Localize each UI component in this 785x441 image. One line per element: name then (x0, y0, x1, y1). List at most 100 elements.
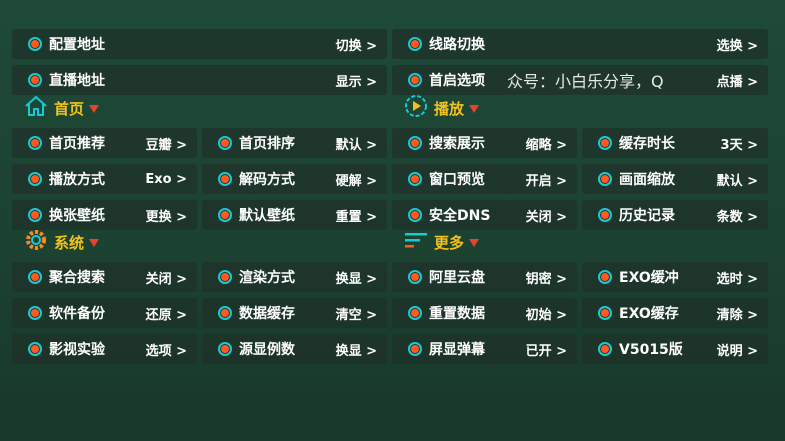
section-title: 首页 (54, 99, 85, 118)
setting-value: 选时 > (716, 271, 758, 287)
setting-value: 钥密 > (525, 271, 567, 287)
setting-value: 换显 > (335, 271, 377, 287)
setting-item[interactable]: EXO缓冲 选时 > (582, 262, 768, 292)
section-title: 更多 (434, 233, 465, 252)
play-circle-icon (404, 94, 428, 122)
setting-value: 缩略 > (525, 137, 567, 153)
setting-item[interactable]: 换张壁纸 更换 > (12, 200, 197, 230)
radio-dot-icon (408, 172, 422, 186)
radio-dot-icon (28, 306, 42, 320)
caret-down-icon (469, 239, 480, 247)
setting-live-address[interactable]: 直播地址 显示 > (12, 65, 387, 95)
setting-label: 配置地址 (49, 37, 105, 53)
setting-value: 开启 > (525, 173, 567, 189)
setting-label: EXO缓冲 (619, 270, 679, 286)
setting-item[interactable]: 软件备份 还原 > (12, 298, 197, 328)
section-home: 首页 (24, 95, 100, 120)
setting-label: 缓存时长 (619, 136, 675, 152)
setting-value: 3天 > (720, 137, 758, 153)
setting-item[interactable]: 阿里云盘 钥密 > (392, 262, 577, 292)
radio-dot-icon (28, 73, 42, 87)
setting-item[interactable]: 影视实验 选项 > (12, 334, 197, 364)
setting-value: 清空 > (335, 307, 377, 323)
setting-value: 点播 > (716, 74, 758, 90)
setting-value: 默认 > (335, 137, 377, 153)
radio-dot-icon (28, 172, 42, 186)
setting-label: 首页排序 (239, 136, 295, 152)
setting-item[interactable]: EXO缓存 清除 > (582, 298, 768, 328)
radio-dot-icon (408, 136, 422, 150)
setting-item[interactable]: 窗口预览 开启 > (392, 164, 577, 194)
setting-item[interactable]: 默认壁纸 重置 > (202, 200, 387, 230)
setting-item[interactable]: 首页推荐 豆瓣 > (12, 128, 197, 158)
setting-label: 默认壁纸 (239, 208, 295, 224)
setting-label: 重置数据 (429, 306, 485, 322)
radio-dot-icon (218, 306, 232, 320)
setting-item[interactable]: 安全DNS 关闭 > (392, 200, 577, 230)
radio-dot-icon (28, 270, 42, 284)
setting-label: 首启选项 (429, 73, 485, 89)
setting-item[interactable]: 首页排序 默认 > (202, 128, 387, 158)
setting-label: 历史记录 (619, 208, 675, 224)
setting-value: 清除 > (716, 307, 758, 323)
radio-dot-icon (28, 342, 42, 356)
setting-value: 换显 > (335, 343, 377, 359)
radio-dot-icon (598, 342, 612, 356)
radio-dot-icon (598, 306, 612, 320)
setting-item[interactable]: 屏显弹幕 已开 > (392, 334, 577, 364)
setting-label: 首页推荐 (49, 136, 105, 152)
setting-label: 影视实验 (49, 342, 105, 358)
setting-label: 搜索展示 (429, 136, 485, 152)
setting-item[interactable]: 数据缓存 清空 > (202, 298, 387, 328)
setting-item[interactable]: 搜索展示 缩略 > (392, 128, 577, 158)
scrolling-notice: 众号：小白乐分享，Q (507, 72, 664, 91)
setting-value: 说明 > (716, 343, 758, 359)
setting-label: 阿里云盘 (429, 270, 485, 286)
setting-label: EXO缓存 (619, 306, 679, 322)
setting-label: 源显例数 (239, 342, 295, 358)
radio-dot-icon (598, 172, 612, 186)
setting-value: 选换 > (716, 38, 758, 54)
radio-dot-icon (408, 37, 422, 51)
setting-value: 已开 > (525, 343, 567, 359)
setting-item[interactable]: 渲染方式 换显 > (202, 262, 387, 292)
setting-label: 线路切换 (429, 37, 485, 53)
caret-down-icon (89, 105, 100, 113)
setting-value: 默认 > (716, 173, 758, 189)
radio-dot-icon (218, 270, 232, 284)
setting-item[interactable]: 播放方式 Exo > (12, 164, 197, 194)
setting-config-address[interactable]: 配置地址 切换 > (12, 29, 387, 59)
setting-item[interactable]: 画面缩放 默认 > (582, 164, 768, 194)
setting-item[interactable]: 聚合搜索 关闭 > (12, 262, 197, 292)
setting-item[interactable]: 历史记录 条数 > (582, 200, 768, 230)
setting-item[interactable]: V5015版 说明 > (582, 334, 768, 364)
section-system: 系统 (24, 230, 100, 254)
setting-item[interactable]: 缓存时长 3天 > (582, 128, 768, 158)
radio-dot-icon (218, 136, 232, 150)
menu-lines-icon (404, 229, 428, 255)
setting-label: 数据缓存 (239, 306, 295, 322)
setting-item[interactable]: 源显例数 换显 > (202, 334, 387, 364)
radio-dot-icon (408, 73, 422, 87)
setting-value: 还原 > (145, 307, 187, 323)
setting-value: 显示 > (335, 74, 377, 90)
setting-line-switch[interactable]: 线路切换 选换 > (392, 29, 768, 59)
setting-label: 屏显弹幕 (429, 342, 485, 358)
radio-dot-icon (218, 342, 232, 356)
setting-item[interactable]: 解码方式 硬解 > (202, 164, 387, 194)
radio-dot-icon (408, 306, 422, 320)
setting-item[interactable]: 重置数据 初始 > (392, 298, 577, 328)
radio-dot-icon (28, 37, 42, 51)
section-title: 系统 (54, 233, 85, 252)
radio-dot-icon (408, 342, 422, 356)
setting-label: 渲染方式 (239, 270, 295, 286)
setting-label: 安全DNS (429, 208, 491, 224)
setting-value: Exo > (145, 171, 187, 187)
setting-startup-option[interactable]: 首启选项 众号：小白乐分享，Q 点播 > (392, 65, 768, 95)
setting-label: V5015版 (619, 342, 683, 358)
setting-value: 初始 > (525, 307, 567, 323)
section-more: 更多 (404, 229, 480, 255)
radio-dot-icon (598, 136, 612, 150)
caret-down-icon (89, 239, 100, 247)
radio-dot-icon (28, 208, 42, 222)
